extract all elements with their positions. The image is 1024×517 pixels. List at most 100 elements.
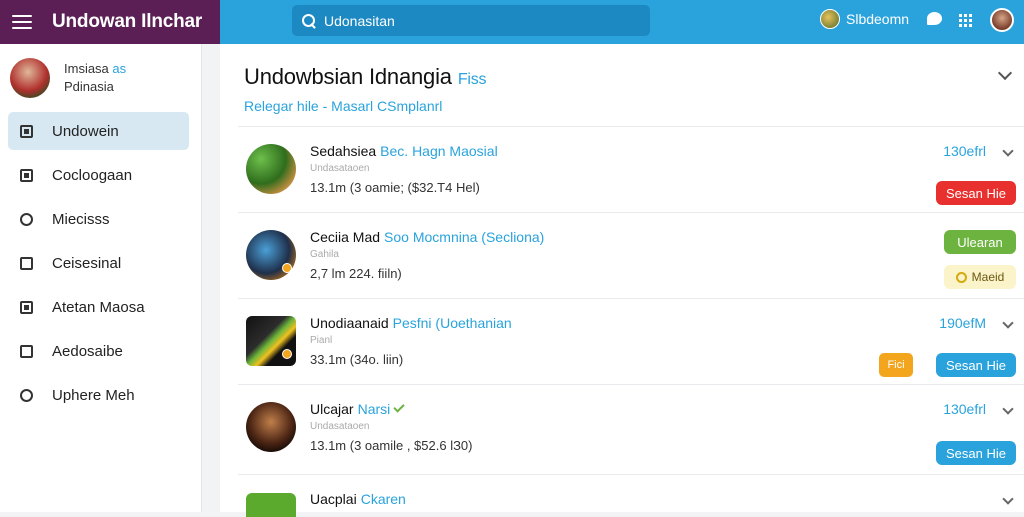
hamburger-menu-icon[interactable] (12, 15, 32, 29)
profile-text: Imsiasa as Pdinasia (64, 60, 126, 96)
sidebar-item-undowein[interactable]: Undowein (8, 112, 189, 150)
item-detail: 33.1m (34o. liin) (310, 352, 404, 367)
list-item[interactable]: Sedahsiea Bec. Hagn Maosial Undasataoen 1… (238, 126, 1024, 212)
item-title: Sedahsiea Bec. Hagn Maosial (310, 143, 498, 159)
item-meta: Undasataoen (310, 163, 370, 174)
item-thumbnail (246, 144, 296, 194)
box-icon (20, 345, 33, 358)
sidebar-item-label: Uphere Meh (52, 386, 135, 404)
page-subtitle: Relegar hile - Masarl CSmplanrl (244, 98, 443, 114)
item-title: Unodiaanaid Pesfni (Uoethanian (310, 315, 512, 331)
top-bar: Undowan Ilnchar Slbdeomn (0, 0, 1024, 44)
page-title: Undowbsian Idnangia Fiss (244, 64, 487, 90)
top-nav: Slbdeomn (220, 0, 1024, 44)
chevron-down-icon[interactable] (997, 65, 1013, 81)
profile-line2: Pdinasia (64, 79, 114, 94)
page-title-tag: Fiss (457, 71, 487, 88)
list-item[interactable]: Ulcajar Narsi Undasataoen 13.1m (3 oamile… (238, 384, 1024, 474)
profile-avatar (10, 58, 50, 98)
sidebar-item-label: Ceisesinal (52, 254, 122, 272)
search-icon (302, 13, 316, 28)
item-title-accent: Bec. Hagn Maosial (380, 143, 498, 159)
refresh-icon (20, 213, 33, 226)
item-title: Uacplai Ckaren (310, 491, 406, 507)
item-detail: 2,7 lm 224. fiiln) (310, 266, 402, 281)
brand-area: Undowan Ilnchar (0, 0, 220, 44)
sidebar-item-label: Undowein (52, 122, 119, 140)
sidebar-item-label: Atetan Maosa (52, 298, 145, 316)
item-action-button[interactable]: Sesan Hie (936, 353, 1016, 377)
item-thumbnail (246, 402, 296, 452)
badge-icon (282, 349, 292, 359)
sidebar-nav: Undowein Cocloogaan Miecisss Ceisesinal … (0, 112, 201, 414)
item-meta: Gahila (310, 249, 339, 260)
sidebar-item-aedosaibe[interactable]: Aedosaibe (8, 332, 189, 370)
item-title-text: Unodiaanaid (310, 315, 389, 331)
item-right-label: 130efrl (943, 401, 986, 417)
item-status-chip-label: Maeid (971, 270, 1005, 284)
status-dot-icon (955, 271, 967, 283)
top-user-name: Slbdeomn (846, 11, 910, 27)
item-status-button[interactable]: Ulearan (944, 230, 1016, 254)
chevron-down-icon[interactable] (1002, 317, 1014, 329)
grid-icon (20, 301, 33, 314)
user-avatar (820, 9, 840, 29)
item-meta: Undasataoen (310, 421, 370, 432)
profile-line1-accent: as (112, 61, 127, 76)
badge-icon (282, 263, 292, 273)
main-panel: Undowbsian Idnangia Fiss Relegar hile - M… (220, 44, 1024, 517)
page-title-text: Undowbsian Idnangia (244, 64, 452, 89)
item-title-accent: Pesfni (Uoethanian (392, 315, 512, 331)
square-icon (20, 257, 33, 270)
sidebar-item-uphere-meh[interactable]: Uphere Meh (8, 376, 189, 414)
top-user[interactable]: Slbdeomn (820, 9, 909, 29)
chevron-down-icon[interactable] (1002, 145, 1014, 157)
item-title-text: Uacplai (310, 491, 357, 507)
item-action-button[interactable]: Sesan Hie (936, 441, 1016, 465)
list-item[interactable]: Uacplai Ckaren (238, 474, 1024, 517)
item-thumbnail (246, 493, 296, 517)
sidebar-item-label: Miecisss (52, 210, 110, 228)
item-right-label: 190efM (939, 315, 986, 331)
main-header: Undowbsian Idnangia Fiss Relegar hile - M… (244, 64, 487, 114)
item-tag-chip[interactable]: Fici (879, 353, 913, 377)
item-title-accent: Soo Mocmnina (Secliona) (384, 229, 545, 245)
apps-grid-icon[interactable] (959, 14, 972, 27)
search-input[interactable] (324, 12, 624, 29)
link-icon (20, 389, 33, 402)
list-item[interactable]: Unodiaanaid Pesfni (Uoethanian Pianl 33.1… (238, 298, 1024, 384)
chevron-down-icon[interactable] (1002, 403, 1014, 415)
search-box[interactable] (292, 5, 650, 36)
folder-icon (20, 169, 33, 182)
item-title-accent: Narsi (357, 401, 391, 417)
item-status-chip: Maeid (944, 265, 1016, 289)
sidebar-item-ceisesinal[interactable]: Ceisesinal (8, 244, 189, 282)
item-title-text: Ceciia Mad (310, 229, 381, 245)
sidebar-profile[interactable]: Imsiasa as Pdinasia (0, 44, 201, 112)
item-detail: 13.1m (3 oamile , $52.6 lЗ0) (310, 438, 473, 453)
item-title: Ceciia Mad Soo Mocmnina (Secliona) (310, 229, 544, 245)
item-action-button[interactable]: Sesan Hie (936, 181, 1016, 205)
sidebar: Imsiasa as Pdinasia Undowein Cocloogaan … (0, 44, 202, 512)
item-title-text: Ulcajar (310, 401, 354, 417)
app-title: Undowan Ilnchar (52, 11, 203, 32)
list-item[interactable]: Ceciia Mad Soo Mocmnina (Secliona) Gahila… (238, 212, 1024, 298)
sidebar-item-atetan-maosa[interactable]: Atetan Maosa (8, 288, 189, 326)
item-title-text: Sedahsiea (310, 143, 377, 159)
verified-check-icon (393, 401, 405, 413)
item-detail: 13.1m (3 oamie; ($32.T4 Hel) (310, 180, 480, 195)
document-icon (20, 125, 33, 138)
account-avatar[interactable] (990, 8, 1014, 32)
sidebar-item-cocloogaan[interactable]: Cocloogaan (8, 156, 189, 194)
item-title-accent: Ckaren (360, 491, 406, 507)
sidebar-item-miecisss[interactable]: Miecisss (8, 200, 189, 238)
chevron-down-icon[interactable] (1002, 493, 1014, 505)
sidebar-item-label: Cocloogaan (52, 166, 133, 184)
item-list: Sedahsiea Bec. Hagn Maosial Undasataoen 1… (238, 126, 1024, 517)
sidebar-item-label: Aedosaibe (52, 342, 123, 360)
item-title: Ulcajar Narsi (310, 401, 405, 417)
chat-icon[interactable] (927, 12, 942, 25)
item-right-label: 130efrl (943, 143, 986, 159)
item-meta: Pianl (310, 335, 333, 346)
profile-line1: Imsiasa (64, 61, 109, 76)
